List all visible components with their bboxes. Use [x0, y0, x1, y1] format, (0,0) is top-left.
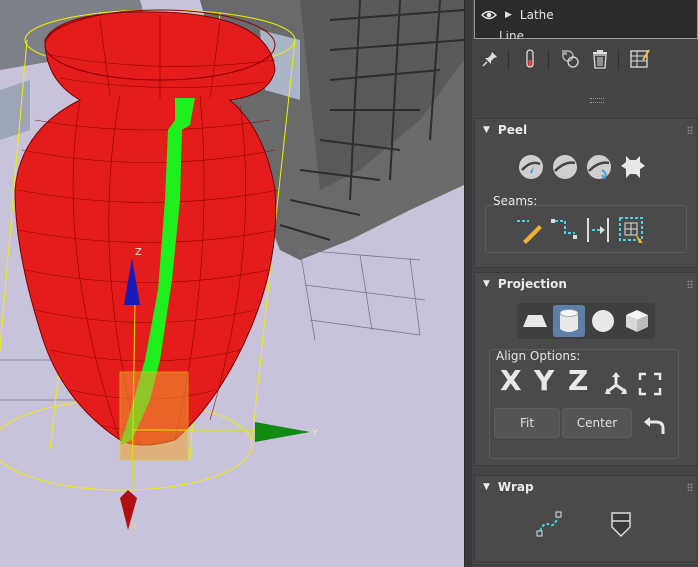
collapse-arrow-icon: ▼	[483, 125, 490, 135]
spherical-map-button[interactable]	[587, 305, 619, 337]
projection-header[interactable]: ▼ Projection	[475, 273, 697, 295]
reset-button[interactable]	[638, 408, 670, 440]
show-end-result-icon	[526, 49, 534, 68]
rollout-grip-icon[interactable]	[687, 126, 693, 134]
align-y-button[interactable]: Y	[534, 364, 554, 397]
pin-icon	[482, 52, 497, 67]
y-axis-arrow	[255, 422, 310, 442]
peel-title: Peel	[497, 123, 528, 137]
planar-icon	[523, 315, 547, 327]
box-icon	[626, 310, 648, 332]
stack-item-line[interactable]: Line	[499, 31, 524, 39]
rollout-grip-icon[interactable]	[687, 280, 693, 288]
convert-to-seams-icon	[619, 217, 643, 243]
configure-modifier-sets-button[interactable]	[628, 47, 652, 71]
projection-rollout: ▼ Projection Align Options: X Y Z Fit Ce…	[474, 272, 698, 466]
point-to-point-seam-button[interactable]	[514, 214, 546, 246]
loop-seam-button[interactable]	[582, 214, 614, 246]
stack-item-label: Lathe	[519, 8, 554, 22]
align-options-group: Align Options: X Y Z Fit Center	[489, 349, 679, 459]
wrap-header[interactable]: ▼ Wrap	[475, 476, 697, 498]
make-unique-button[interactable]	[558, 47, 582, 71]
point-to-point-seam-icon	[517, 220, 542, 244]
quick-peel-icon	[519, 155, 543, 179]
collapse-arrow-icon: ▼	[483, 279, 490, 289]
spline-map-button[interactable]	[533, 508, 565, 540]
stack-item-lathe[interactable]: ▶ Lathe	[481, 6, 554, 24]
spherical-icon	[592, 310, 614, 332]
expand-arrow-icon[interactable]: ▶	[505, 10, 512, 20]
projection-shapes-group	[517, 303, 655, 339]
show-end-result-button[interactable]	[518, 47, 542, 71]
center-button[interactable]: Center	[562, 408, 632, 438]
modify-panel: ▶ Lathe Line ▼ Peel Seams: ▼ Projection …	[472, 0, 698, 567]
stack-toolbar	[472, 42, 698, 76]
modifier-stack: ▶ Lathe Line	[474, 0, 698, 39]
leather-button[interactable]	[617, 151, 649, 183]
axis-x-label: X	[130, 522, 137, 533]
eye-icon[interactable]	[481, 10, 497, 20]
view-align-icon	[638, 372, 662, 396]
cylindrical-icon	[559, 309, 579, 332]
collapse-arrow-icon: ▼	[483, 482, 490, 492]
axis-z-label: Z	[135, 247, 142, 258]
edge-to-seam-button[interactable]	[548, 214, 580, 246]
quick-peel-button[interactable]	[515, 151, 547, 183]
seams-group	[485, 205, 687, 253]
fit-view-button[interactable]	[634, 368, 666, 400]
planar-map-button[interactable]	[519, 305, 551, 337]
leather-icon	[621, 156, 645, 178]
remove-modifier-icon	[593, 50, 607, 69]
cylindrical-map-button[interactable]	[553, 305, 585, 337]
convert-to-seams-button[interactable]	[616, 214, 648, 246]
make-unique-icon	[562, 50, 579, 68]
edge-to-seam-icon	[551, 219, 577, 239]
spline-map-icon	[536, 511, 562, 537]
toolbar-grip[interactable]	[590, 98, 604, 103]
peel-icon	[553, 155, 577, 179]
unfold-strip-button[interactable]	[605, 508, 637, 540]
align-options-label: Align Options:	[496, 349, 581, 363]
scene: Z Y X	[0, 0, 464, 533]
undo-icon	[644, 417, 665, 434]
3d-viewport[interactable]: Z Y X	[0, 0, 464, 567]
axis-y-label: Y	[311, 428, 319, 439]
projection-title: Projection	[497, 277, 567, 291]
pelt-map-button[interactable]	[583, 151, 615, 183]
wrap-rollout: ▼ Wrap	[474, 475, 698, 562]
gizmo-plane	[119, 371, 189, 461]
align-z-button[interactable]: Z	[568, 364, 588, 397]
rollout-grip-icon[interactable]	[687, 483, 693, 491]
remove-modifier-button[interactable]	[588, 47, 612, 71]
pin-stack-button[interactable]	[478, 47, 502, 71]
configure-modifier-sets-icon	[630, 49, 650, 68]
stack-item-next-label: Line	[499, 31, 525, 39]
best-align-icon	[605, 372, 627, 394]
unfold-strip-icon	[611, 512, 631, 538]
fit-button[interactable]: Fit	[494, 408, 560, 438]
box-map-button[interactable]	[621, 305, 653, 337]
wrap-title: Wrap	[497, 480, 534, 494]
pelt-map-icon	[587, 155, 611, 180]
peel-rollout: ▼ Peel Seams:	[474, 118, 698, 268]
align-x-button[interactable]: X	[500, 364, 522, 397]
peel-header[interactable]: ▼ Peel	[475, 119, 697, 141]
loop-seam-icon	[587, 218, 609, 242]
peel-button[interactable]	[549, 151, 581, 183]
best-align-button[interactable]	[600, 368, 632, 400]
